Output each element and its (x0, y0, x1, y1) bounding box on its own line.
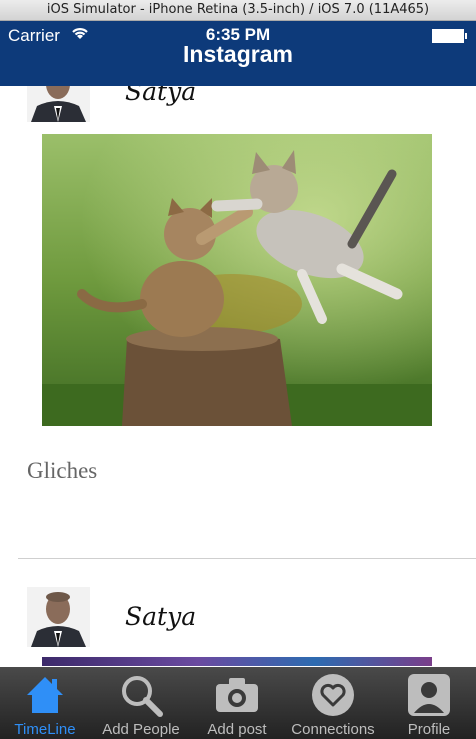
post-username[interactable]: Satya (125, 602, 196, 631)
navigation-bar: Carrier 6:35 PM Instagram (0, 21, 476, 86)
post-username[interactable]: Satya (125, 86, 196, 106)
heart-icon (312, 674, 354, 716)
tab-connections[interactable]: Connections (285, 667, 381, 739)
tab-label: TimeLine (14, 721, 76, 738)
avatar[interactable] (27, 587, 90, 647)
tab-label: Connections (291, 721, 375, 738)
post-image-kittens[interactable] (42, 134, 432, 426)
post-divider (18, 558, 476, 559)
person-icon (408, 674, 450, 716)
tab-label: Add post (207, 721, 267, 738)
tab-add-people[interactable]: Add People (95, 667, 187, 739)
tab-timeline[interactable]: TimeLine (0, 667, 90, 739)
tab-add-post[interactable]: Add post (193, 667, 281, 739)
tab-bar: TimeLine Add People Add post Connections… (0, 667, 476, 739)
post-image-galaxy[interactable] (42, 657, 432, 666)
page-title: Instagram (183, 41, 293, 67)
tab-profile[interactable]: Profile (386, 667, 472, 739)
home-icon (27, 677, 63, 713)
simulator-title-bar: iOS Simulator - iPhone Retina (3.5-inch)… (0, 0, 476, 21)
avatar[interactable] (27, 86, 90, 122)
tab-label: Add People (102, 721, 180, 738)
post-caption: Gliches (27, 458, 98, 483)
simulator-title: iOS Simulator - iPhone Retina (3.5-inch)… (46, 2, 430, 17)
camera-icon (216, 678, 258, 712)
timeline-feed[interactable]: Satya Gliches Satya (0, 86, 476, 666)
search-icon (122, 676, 163, 717)
tab-label: Profile (407, 721, 451, 738)
